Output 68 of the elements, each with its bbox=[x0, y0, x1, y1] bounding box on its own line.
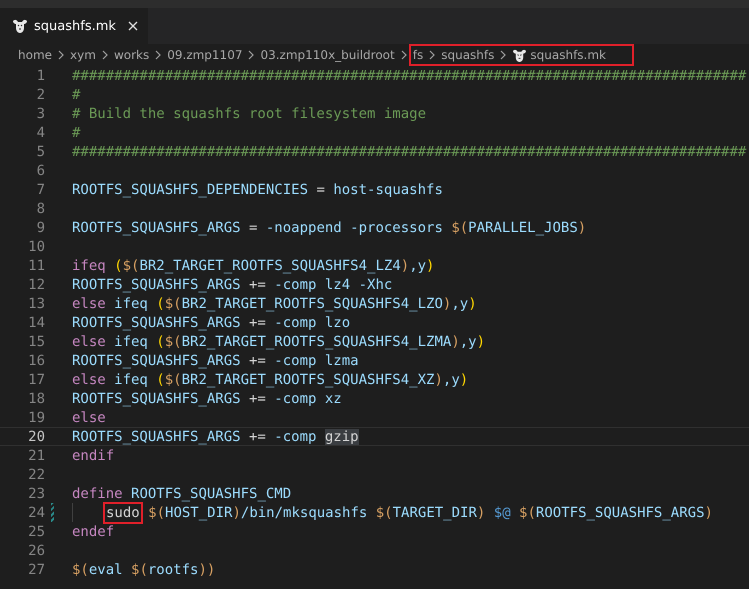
chevron-icon bbox=[102, 50, 108, 60]
makefile-icon bbox=[512, 48, 528, 62]
line-number: 8 bbox=[36, 200, 45, 216]
line-number: 11 bbox=[27, 258, 45, 274]
line-number: 6 bbox=[36, 162, 45, 178]
chevron-icon bbox=[500, 50, 506, 60]
code-line: # bbox=[71, 124, 80, 140]
code-line: ifeq ($(BR2_TARGET_ROOTFS_SQUASHFS4_LZ4),y) bbox=[71, 258, 434, 274]
line-number: 15 bbox=[27, 334, 45, 350]
line-number: 21 bbox=[27, 448, 45, 464]
chevron-icon bbox=[155, 50, 162, 60]
code-line: ROOTFS_SQUASHFS_ARGS = -noappend -processors $(PARALLEL_JOBS) bbox=[71, 220, 586, 236]
line-number: 12 bbox=[27, 276, 45, 292]
line-number: 10 bbox=[27, 238, 45, 254]
line-number: 25 bbox=[27, 524, 45, 540]
line-number: 5 bbox=[36, 144, 45, 160]
breadcrumb-item[interactable]: 03.zmp110x_buildroot bbox=[260, 48, 395, 62]
line-number: 24 bbox=[27, 504, 45, 520]
code-line: else ifeq ($(BR2_TARGET_ROOTFS_SQUASHFS4_LZO),y) bbox=[71, 296, 477, 312]
line-number: 23 bbox=[27, 486, 45, 502]
line-number: 4 bbox=[36, 124, 45, 140]
makefile-icon bbox=[12, 19, 28, 33]
line-number: 20 bbox=[27, 428, 45, 444]
line-number: 22 bbox=[27, 466, 45, 482]
chevron-icon bbox=[248, 50, 254, 60]
chevron-icon bbox=[429, 50, 436, 60]
line-number: 19 bbox=[27, 410, 45, 426]
line-number: 9 bbox=[36, 220, 45, 236]
code-line: $(eval $(rootfs)) bbox=[71, 562, 216, 578]
breadcrumb-item[interactable]: squashfs bbox=[441, 48, 494, 62]
code-line: ROOTFS_SQUASHFS_ARGS += -comp lzma bbox=[71, 352, 359, 368]
breadcrumb-item[interactable]: home bbox=[18, 48, 52, 62]
breadcrumb-item[interactable]: xym bbox=[70, 48, 96, 62]
line-number: 14 bbox=[27, 314, 45, 330]
code-line: endif bbox=[71, 448, 114, 464]
line-number: 18 bbox=[27, 390, 45, 406]
close-icon[interactable] bbox=[128, 21, 138, 31]
chevron-icon bbox=[58, 50, 64, 60]
code-line: ROOTFS_SQUASHFS_DEPENDENCIES = host-squashfs bbox=[71, 182, 443, 198]
code-line: endef bbox=[71, 524, 114, 540]
line-number: 27 bbox=[27, 562, 45, 578]
line-number: 26 bbox=[27, 542, 45, 558]
line-number: 13 bbox=[27, 296, 45, 312]
code-line: ################################################################################ bbox=[71, 68, 746, 84]
breadcrumb-item[interactable]: works bbox=[114, 48, 150, 62]
code-line: ################################################################################ bbox=[71, 144, 746, 160]
chevron-icon bbox=[400, 50, 407, 60]
breadcrumb-item[interactable]: fs bbox=[412, 48, 424, 62]
code-line: else ifeq ($(BR2_TARGET_ROOTFS_SQUASHFS4_LZMA),y) bbox=[71, 334, 486, 350]
code-line: define ROOTFS_SQUASHFS_CMD bbox=[71, 486, 292, 502]
code-line: ROOTFS_SQUASHFS_ARGS += -comp gzip bbox=[71, 428, 359, 444]
breadcrumb-item[interactable]: 09.zmp1107 bbox=[167, 48, 242, 62]
code-line: ROOTFS_SQUASHFS_ARGS += -comp lzo bbox=[71, 314, 350, 330]
code-line: else ifeq ($(BR2_TARGET_ROOTFS_SQUASHFS4_XZ),y) bbox=[71, 372, 468, 388]
editor-tab[interactable]: squashfs.mk bbox=[0, 8, 148, 44]
code-line: ROOTFS_SQUASHFS_ARGS += -comp lz4 -Xhc bbox=[71, 276, 392, 292]
line-number: 16 bbox=[27, 352, 45, 368]
code-line: ROOTFS_SQUASHFS_ARGS += -comp xz bbox=[71, 390, 342, 406]
code-line: # Build the squashfs root filesystem image bbox=[71, 106, 426, 122]
line-number: 17 bbox=[27, 372, 45, 388]
breadcrumb-item[interactable]: squashfs.mk bbox=[530, 48, 606, 62]
line-number: 7 bbox=[36, 182, 45, 198]
code-line: sudo $(HOST_DIR)/bin/mksquashfs $(TARGET_DIR) $@ $(ROOTFS_SQUASHFS_ARGS) bbox=[94, 504, 713, 520]
line-number: 3 bbox=[36, 106, 45, 122]
code-line: else bbox=[71, 410, 106, 426]
code-line: # bbox=[71, 86, 80, 102]
line-number: 2 bbox=[36, 86, 45, 102]
line-number: 1 bbox=[36, 68, 45, 84]
